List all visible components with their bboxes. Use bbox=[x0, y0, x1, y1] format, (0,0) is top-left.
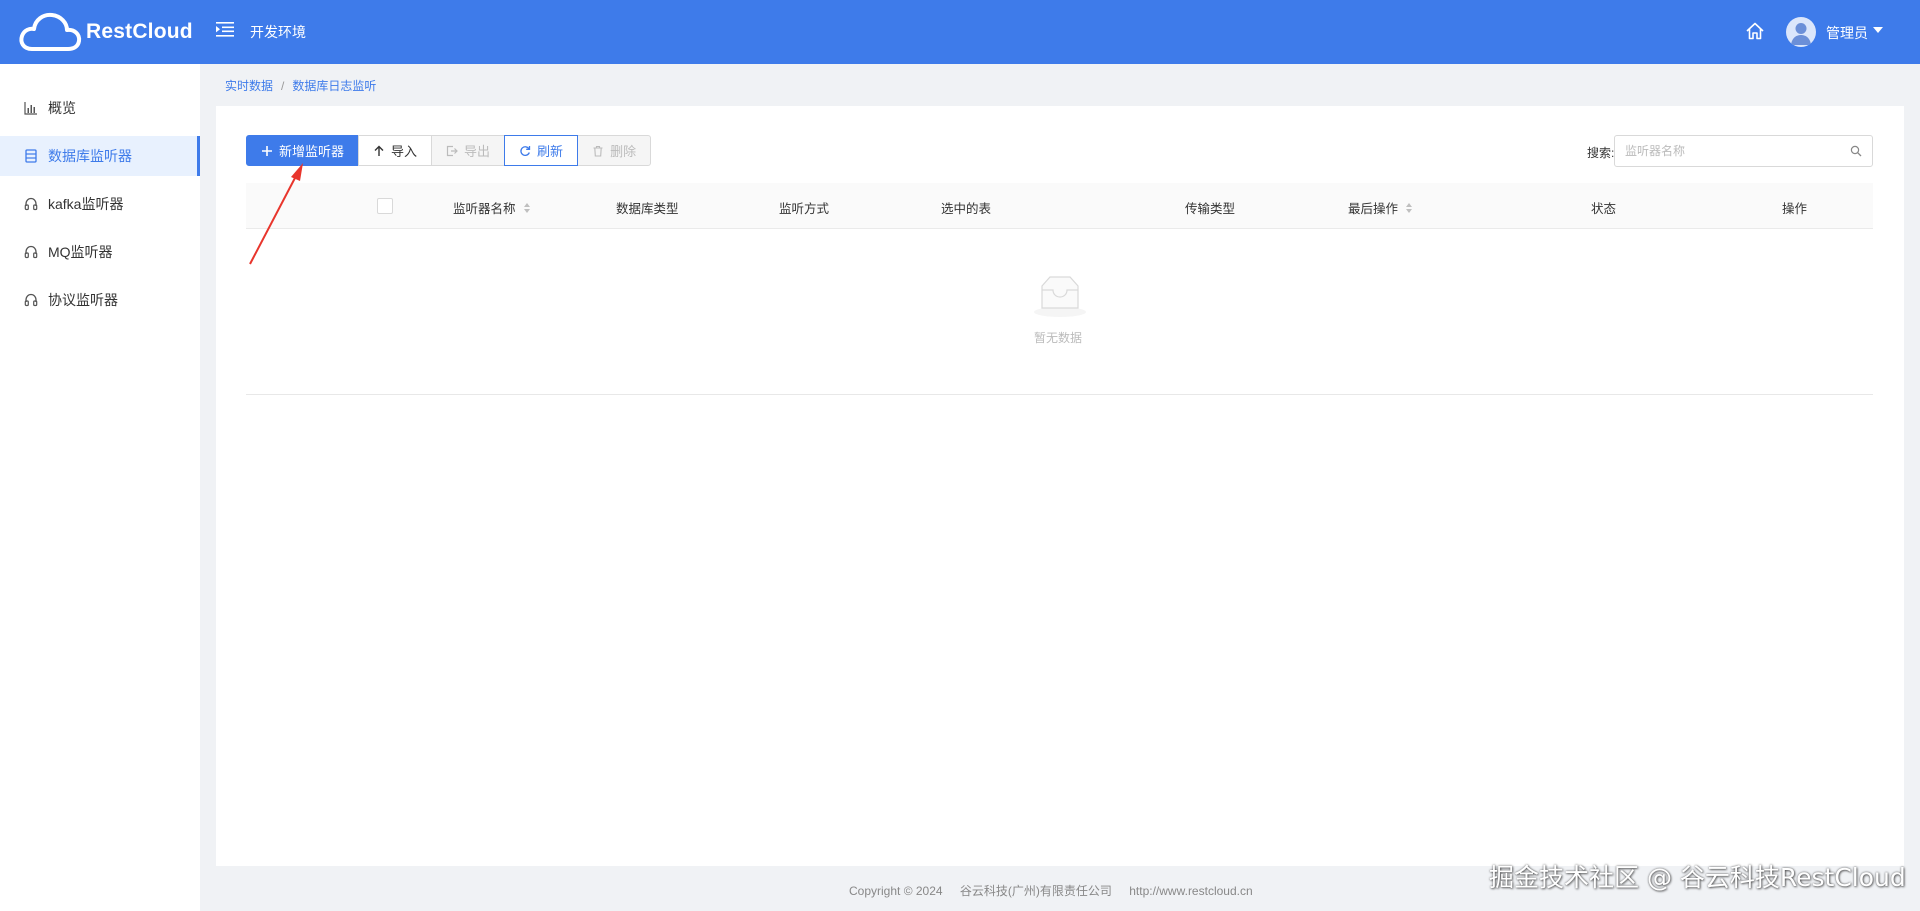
search-label: 搜索: bbox=[1587, 146, 1615, 160]
caret-down-icon[interactable] bbox=[1873, 27, 1883, 33]
footer-link[interactable]: http://www.restcloud.cn bbox=[1129, 884, 1252, 898]
toolbar: 新增监听器 导入 导出 刷新 删除 bbox=[246, 135, 652, 166]
headset-icon bbox=[24, 293, 38, 307]
headset-icon bbox=[24, 197, 38, 211]
column-header-listen-mode: 监听方式 bbox=[779, 198, 829, 217]
empty-state-text: 暂无数据 bbox=[1034, 331, 1083, 345]
trash-icon bbox=[593, 145, 603, 157]
sidebar-item-overview[interactable]: 概览 bbox=[0, 88, 200, 128]
menu-fold-icon[interactable] bbox=[216, 20, 234, 38]
export-label: 导出 bbox=[464, 144, 491, 159]
sidebar: 概览 数据库监听器 kafka监听器 MQ监听器 协议监听器 bbox=[0, 64, 200, 911]
column-label: 选中的表 bbox=[941, 202, 992, 216]
sidebar-item-database-listener[interactable]: 数据库监听器 bbox=[0, 136, 200, 176]
breadcrumb-item-realtime-data[interactable]: 实时数据 bbox=[225, 79, 273, 93]
search-box bbox=[1614, 135, 1873, 167]
bar-chart-icon bbox=[24, 102, 37, 115]
footer-copyright: Copyright © 2024 bbox=[849, 884, 943, 898]
add-listener-label: 新增监听器 bbox=[279, 144, 345, 159]
column-header-db-type: 数据库类型 bbox=[616, 198, 679, 217]
column-header-actions: 操作 bbox=[1782, 198, 1807, 217]
sidebar-item-mq-listener[interactable]: MQ监听器 bbox=[0, 232, 200, 272]
cloud-icon bbox=[19, 12, 82, 51]
sidebar-item-label: kafka监听器 bbox=[48, 196, 124, 212]
database-icon bbox=[25, 149, 37, 163]
search-input[interactable] bbox=[1615, 136, 1835, 166]
empty-inbox-icon bbox=[1034, 276, 1086, 317]
column-header-last-operation[interactable]: 最后操作 bbox=[1348, 198, 1413, 217]
search-icon[interactable] bbox=[1850, 145, 1862, 157]
headset-icon bbox=[24, 245, 38, 259]
column-label: 监听器名称 bbox=[453, 202, 516, 216]
top-header: RestCloud 开发环境 管理员 bbox=[0, 0, 1920, 64]
select-all-checkbox[interactable] bbox=[377, 198, 393, 214]
column-label: 最后操作 bbox=[1348, 202, 1399, 216]
refresh-label: 刷新 bbox=[537, 144, 564, 159]
table-divider bbox=[246, 394, 1873, 395]
refresh-icon bbox=[520, 145, 531, 156]
column-label: 传输类型 bbox=[1185, 202, 1236, 216]
home-icon[interactable] bbox=[1745, 21, 1765, 41]
column-header-listener-name[interactable]: 监听器名称 bbox=[453, 198, 530, 217]
export-button[interactable]: 导出 bbox=[431, 135, 506, 166]
restcloud-logo[interactable]: RestCloud bbox=[18, 11, 193, 53]
sort-icon[interactable] bbox=[1406, 202, 1413, 213]
table-header: 监听器名称 数据库类型 监听方式 选中的表 传输类型 最后操作 状态 操作 bbox=[246, 183, 1873, 229]
column-label: 数据库类型 bbox=[616, 202, 679, 216]
column-label: 操作 bbox=[1782, 202, 1808, 216]
column-label: 监听方式 bbox=[779, 202, 830, 216]
footer-company: 谷云科技(广州)有限责任公司 bbox=[959, 884, 1112, 898]
export-icon bbox=[446, 145, 458, 156]
column-label: 状态 bbox=[1591, 202, 1617, 216]
environment-label[interactable]: 开发环境 bbox=[250, 22, 306, 42]
arrow-up-icon bbox=[374, 145, 384, 156]
breadcrumb-item-db-log-listener[interactable]: 数据库日志监听 bbox=[292, 79, 376, 93]
breadcrumb-separator: / bbox=[281, 79, 285, 93]
import-button[interactable]: 导入 bbox=[358, 135, 433, 166]
footer: Copyright © 2024 谷云科技(广州)有限责任公司 http://w… bbox=[849, 882, 1253, 899]
plus-icon bbox=[262, 145, 272, 156]
delete-label: 删除 bbox=[610, 144, 637, 159]
avatar[interactable] bbox=[1786, 17, 1816, 47]
user-avatar-icon bbox=[1791, 23, 1811, 45]
refresh-button[interactable]: 刷新 bbox=[504, 135, 579, 166]
column-header-status: 状态 bbox=[1591, 198, 1616, 217]
sidebar-item-label: MQ监听器 bbox=[48, 244, 113, 260]
import-label: 导入 bbox=[391, 144, 418, 159]
sidebar-item-kafka-listener[interactable]: kafka监听器 bbox=[0, 184, 200, 224]
sidebar-item-label: 概览 bbox=[48, 100, 76, 116]
sidebar-item-label: 数据库监听器 bbox=[48, 148, 132, 164]
delete-button[interactable]: 删除 bbox=[577, 135, 652, 166]
column-header-selected-tables: 选中的表 bbox=[941, 198, 991, 217]
user-name[interactable]: 管理员 bbox=[1826, 23, 1868, 43]
logo-text: RestCloud bbox=[86, 20, 193, 43]
sort-icon[interactable] bbox=[523, 202, 530, 213]
breadcrumb: 实时数据 / 数据库日志监听 bbox=[225, 77, 376, 94]
watermark-text: 掘金技术社区 @ 谷云科技RestCloud bbox=[1489, 863, 1906, 892]
sidebar-item-protocol-listener[interactable]: 协议监听器 bbox=[0, 280, 200, 320]
sidebar-item-label: 协议监听器 bbox=[48, 292, 118, 308]
column-header-transfer-type: 传输类型 bbox=[1185, 198, 1235, 217]
add-listener-button[interactable]: 新增监听器 bbox=[246, 135, 360, 166]
